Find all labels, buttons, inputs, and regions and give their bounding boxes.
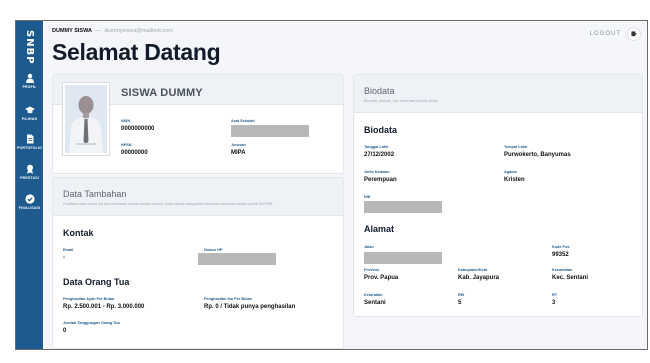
student-name: SISWA DUMMY (121, 87, 203, 99)
profile-card: SISWA DUMMY NISN 0000000000 NPSN 0000000… (52, 74, 344, 174)
gender-label: Jenis Kelamin (364, 170, 390, 174)
additional-data-subtitle: Pastikan data orang tua dan informasi ko… (63, 202, 274, 206)
phone-label: Nomor HP (204, 248, 223, 252)
school-redacted (231, 125, 309, 137)
sidebar: SNBP PROFIL PILIHAN PORTOFOLIO PRESTASI … (16, 21, 43, 349)
sidebar-item-label: PILIHAN (21, 117, 38, 121)
village-label: Kelurahan (364, 293, 383, 297)
brand-logo: SNBP (24, 29, 35, 65)
regency-value: Kab. Jayapura (458, 275, 500, 281)
additional-data-card: Data Tambahan Pastikan data orang tua da… (52, 177, 344, 349)
birth-date-label: Tanggal Lahir (364, 145, 389, 149)
sidebar-item-label: PORTOFOLIO (16, 146, 43, 150)
user-separator: — (95, 28, 101, 34)
rt-value: 3 (552, 300, 556, 306)
jurusan-value: MIPA (231, 150, 246, 156)
biodata-header-subtitle: Biodata, alamat, dan informasi kontak An… (364, 99, 439, 103)
biodata-header-title: Biodata (364, 86, 395, 96)
birth-place-label: Tempat Lahir (504, 145, 528, 149)
nik-label: NIK (364, 195, 371, 199)
phone-redacted (198, 253, 276, 265)
birth-date-value: 27/12/2002 (364, 152, 395, 158)
school-label: Asal Sekolah (231, 119, 255, 123)
email-value: - (63, 255, 65, 261)
sidebar-item-profil[interactable]: PROFIL (16, 73, 43, 101)
sidebar-item-label: FINALISASI (18, 206, 41, 210)
father-income-value: Rp. 2.500.001 - Rp. 3.000.000 (63, 304, 145, 310)
student-photo-image (65, 85, 107, 153)
biodata-card: Biodata Biodata, alamat, dan informasi k… (353, 74, 643, 317)
sidebar-item-pilihan[interactable]: PILIHAN (16, 105, 43, 133)
sidebar-item-portofolio[interactable]: PORTOFOLIO (16, 134, 43, 162)
document-icon (26, 134, 33, 144)
email-label: Email (63, 248, 74, 252)
additional-data-title: Data Tambahan (63, 189, 127, 199)
page-title: Selamat Datang (52, 39, 221, 65)
postal-code-value: 99352 (552, 252, 569, 258)
jurusan-label: Jurusan (231, 143, 246, 147)
award-icon (26, 164, 33, 174)
rw-label: RW (458, 293, 465, 297)
street-redacted (364, 252, 442, 264)
rt-label: RT (552, 293, 558, 297)
mother-income-value: Rp. 0 / Tidak punya penghasilan (204, 304, 296, 310)
district-value: Kec. Sentani (552, 275, 589, 281)
district-label: Kecamatan (552, 268, 573, 272)
province-label: Provinsi (364, 268, 379, 272)
person-icon (25, 73, 34, 83)
graduation-cap-icon (24, 106, 35, 114)
province-value: Prov. Papua (364, 275, 399, 281)
nisn-label: NISN (121, 119, 131, 123)
religion-label: Agama (504, 170, 517, 174)
father-income-label: Penghasilan Ayah Per Bulan (63, 297, 115, 301)
check-circle-icon (24, 194, 35, 204)
rw-value: 5 (458, 300, 462, 306)
religion-value: Kristen (504, 177, 525, 183)
sidebar-item-label: PRESTASI (20, 176, 39, 180)
regency-label: Kabupaten/Kota (458, 268, 488, 272)
logout-icon (631, 31, 637, 37)
postal-code-label: Kode Pos (552, 245, 570, 249)
birth-place-value: Purwokerto, Banyumas (504, 152, 571, 158)
biodata-section-title: Biodata (364, 125, 398, 135)
sidebar-item-prestasi[interactable]: PRESTASI (16, 164, 43, 192)
parents-section-title: Data Orang Tua (63, 277, 130, 287)
contact-section-title: Kontak (63, 228, 94, 238)
nisn-value: 0000000000 (121, 126, 155, 132)
npsn-value: 00000000 (121, 150, 148, 156)
app-window: SNBP PROFIL PILIHAN PORTOFOLIO PRESTASI … (15, 20, 648, 350)
npsn-label: NPSN (121, 143, 132, 147)
street-label: Jalan (364, 245, 374, 249)
nik-redacted (364, 201, 442, 213)
user-email: dummysiswa@mailtest.com (104, 28, 173, 34)
sidebar-item-label: PROFIL (22, 85, 37, 89)
village-value: Sentani (364, 300, 386, 306)
student-photo (63, 83, 109, 155)
user-info: DUMMY SISWA — dummysiswa@mailtest.com (52, 28, 173, 34)
logout-button[interactable] (627, 27, 641, 41)
sidebar-item-finalisasi[interactable]: FINALISASI (16, 194, 43, 222)
dependents-value: 0 (63, 328, 67, 334)
mother-income-label: Penghasilan Ibu Per Bulan (204, 297, 252, 301)
gender-value: Perempuan (364, 177, 397, 183)
biodata-header (354, 75, 642, 113)
address-section-title: Alamat (364, 224, 395, 234)
dependents-label: Jumlah Tanggungan Orang Tua (63, 321, 120, 325)
user-name: DUMMY SISWA (52, 28, 92, 34)
logout-link[interactable]: LOGOUT (590, 31, 621, 37)
